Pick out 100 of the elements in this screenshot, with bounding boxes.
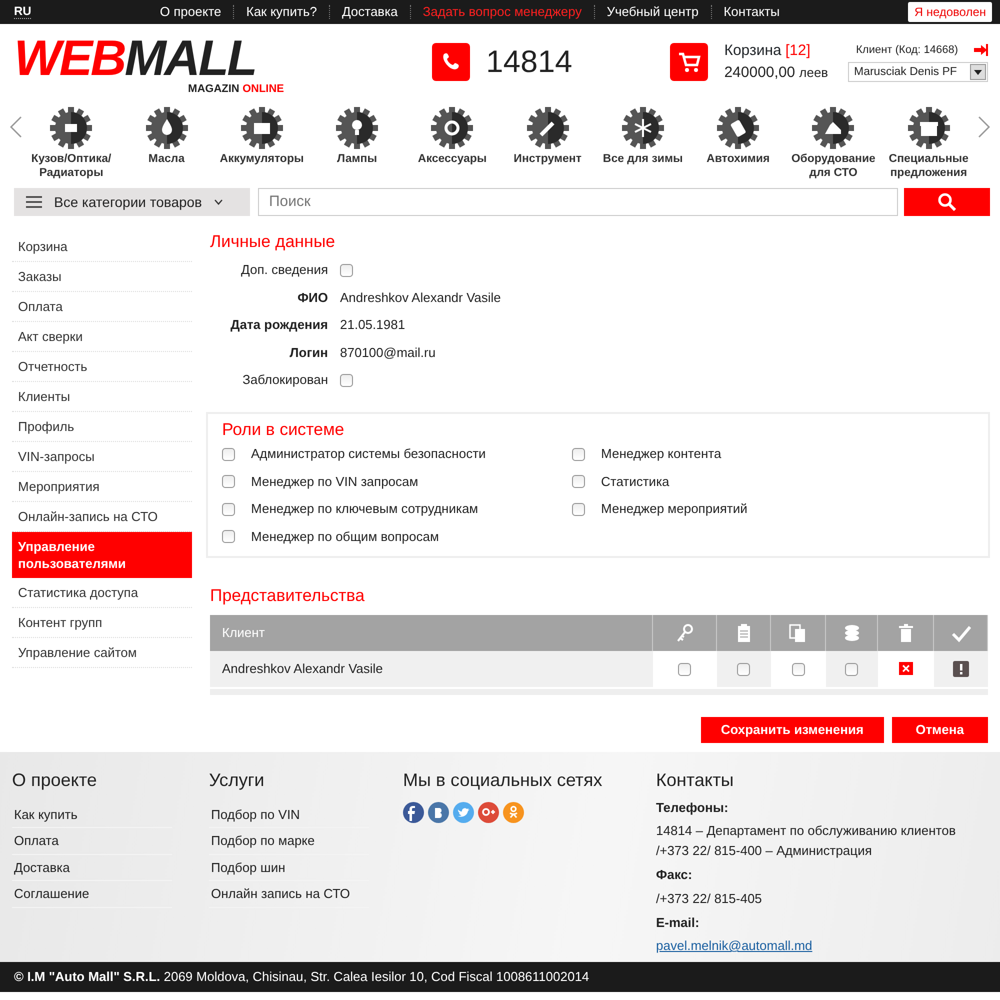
field-label: Дата рождения (229, 316, 328, 334)
checkbox[interactable] (222, 448, 235, 461)
checkbox[interactable] (222, 475, 235, 488)
sidebar-item[interactable]: Корзина (12, 232, 192, 262)
warning-icon (952, 660, 968, 677)
column-header: Клиент (210, 614, 652, 651)
category-link[interactable]: Все для зимы (596, 104, 689, 166)
top-nav-link[interactable]: Как купить? (234, 2, 329, 22)
sidebar-item[interactable]: Управление сайтом (12, 638, 192, 668)
caret-icon (214, 199, 223, 205)
cancel-button[interactable]: Отмена (892, 716, 988, 743)
account-select[interactable]: Marusciak Denis PF (848, 62, 988, 82)
checkbox[interactable] (572, 502, 585, 516)
category-link[interactable]: Кузов/Оптика/ Радиаторы (25, 104, 118, 180)
phone-icon (432, 43, 470, 81)
field-value: 21.05.1981 (340, 316, 406, 334)
sidebar-item[interactable]: Статистика доступа (12, 578, 192, 608)
role-checkbox[interactable]: Менеджер по ключевым сотрудникам (222, 499, 572, 519)
checkbox[interactable] (792, 662, 804, 676)
role-checkbox[interactable]: Администратор системы безопасности (222, 444, 572, 464)
social-icon[interactable] (403, 802, 424, 823)
sidebar-item[interactable]: Отчетность (12, 352, 192, 382)
section-title: Роли в системе (222, 420, 346, 440)
footer-link[interactable]: Доставка (12, 854, 172, 882)
category-link[interactable]: Масла (120, 104, 213, 166)
language-selector[interactable]: RU (14, 5, 32, 19)
footer-link[interactable]: Оплата (12, 828, 172, 855)
category-link[interactable]: Оборудование для СТО (787, 104, 880, 180)
cart-total: 240000,00 (724, 63, 796, 83)
category-link[interactable]: Инструмент (502, 104, 594, 166)
category-link[interactable]: Специальные предложения (882, 104, 975, 180)
field-label: Логин (288, 344, 328, 362)
cart-link[interactable]: Корзина (724, 40, 782, 62)
complaint-button[interactable]: Я недоволен (908, 2, 992, 22)
field-value: Andreshkov Alexandr Vasile (340, 288, 501, 307)
top-nav-link[interactable]: О проекте (148, 2, 234, 22)
phone-number: 14814 (486, 42, 572, 81)
role-checkbox[interactable]: Менеджер контента (572, 444, 922, 464)
contact-text: 14814 – Департамент по обслуживанию клиентов (656, 822, 957, 840)
role-checkbox[interactable]: Менеджер мероприятий (572, 499, 922, 519)
sidebar-item[interactable]: Оплата (12, 292, 192, 322)
checkbox[interactable] (340, 374, 353, 387)
checkbox[interactable] (737, 662, 750, 676)
contact-label: E-mail: (656, 914, 700, 932)
checkbox[interactable] (678, 662, 691, 676)
sidebar-item[interactable]: Управление пользователями (12, 532, 192, 578)
field-label: Заблокирован (242, 371, 328, 390)
role-checkbox[interactable]: Статистика (572, 472, 922, 492)
footer-link[interactable]: Соглашение (12, 881, 172, 908)
checkbox[interactable] (845, 662, 858, 676)
footer-link[interactable]: Подбор по VIN (209, 802, 369, 828)
client-code: Клиент (Код: 14668) (856, 42, 958, 58)
category-link[interactable]: Лампы (311, 104, 404, 166)
sidebar-item[interactable]: VIN-запросы (12, 442, 192, 472)
sidebar-item[interactable]: Профиль (12, 412, 192, 442)
checkbox[interactable] (222, 502, 235, 516)
email-link[interactable]: pavel.melnik@automall.md (656, 936, 812, 956)
field-value: 870100@mail.ru (340, 344, 436, 362)
sidebar-item[interactable]: Мероприятия (12, 472, 192, 502)
sidebar-item[interactable]: Заказы (12, 262, 192, 292)
footer-heading: О проекте (12, 770, 98, 792)
checkbox[interactable] (340, 264, 353, 277)
footer-heading: Контакты (656, 770, 735, 792)
search-field[interactable]: Поиск (258, 188, 898, 216)
sidebar-item[interactable]: Акт сверки (12, 322, 192, 352)
field-label: ФИО (296, 288, 328, 307)
footer-link[interactable]: Как купить (12, 802, 172, 828)
menu-icon (26, 196, 42, 208)
top-nav-link[interactable]: Контакты (712, 2, 792, 22)
category-link[interactable]: Аксессуары (406, 104, 498, 166)
role-checkbox[interactable]: Менеджер по общим вопросам (222, 526, 572, 546)
top-nav-link[interactable]: Задать вопрос менеджеру (410, 2, 594, 22)
checkbox[interactable] (572, 448, 585, 461)
categories-dropdown-button[interactable]: Все категории товаров (14, 188, 250, 216)
cart-count: [12] (785, 40, 810, 60)
footer-address: © I.M "Auto Mall" S.R.L. 2069 Moldova, Chisinau, Str. Calea Iesilor 10, Cod Fiscal 1008611002014 (14, 968, 590, 986)
contact-text: /+373 22/ 815-405 (656, 890, 763, 908)
checkbox[interactable] (222, 530, 235, 544)
top-nav-link[interactable]: Доставка (330, 2, 410, 22)
footer-link[interactable]: Подбор шин (209, 854, 369, 882)
category-link[interactable]: Автохимия (692, 104, 784, 166)
top-nav-link[interactable]: Учебный центр (594, 2, 711, 22)
table-cell: Andreshkov Alexandr Vasile (210, 650, 652, 687)
footer-link[interactable]: Онлайн запись на СТО (209, 881, 369, 908)
social-icon[interactable] (478, 802, 499, 823)
role-checkbox[interactable]: Менеджер по VIN запросам (222, 472, 572, 492)
sidebar-item[interactable]: Контент групп (12, 608, 192, 638)
logo[interactable]: WEBMALL MAGAZIN ONLINE (14, 29, 284, 95)
footer-heading: Мы в социальных сетях (403, 770, 604, 792)
save-button[interactable]: Сохранить изменения (700, 716, 884, 743)
delete-icon[interactable] (898, 662, 912, 676)
footer-link[interactable]: Подбор по марке (209, 828, 369, 855)
sidebar-item[interactable]: Клиенты (12, 382, 192, 412)
contact-label: Телефоны: (656, 798, 730, 817)
copy-icon (788, 622, 808, 643)
checkbox[interactable] (572, 475, 585, 488)
category-link[interactable]: Аккумуляторы (216, 104, 308, 166)
search-button[interactable] (904, 188, 990, 216)
social-icon[interactable] (428, 802, 449, 823)
logout-icon (974, 44, 988, 56)
